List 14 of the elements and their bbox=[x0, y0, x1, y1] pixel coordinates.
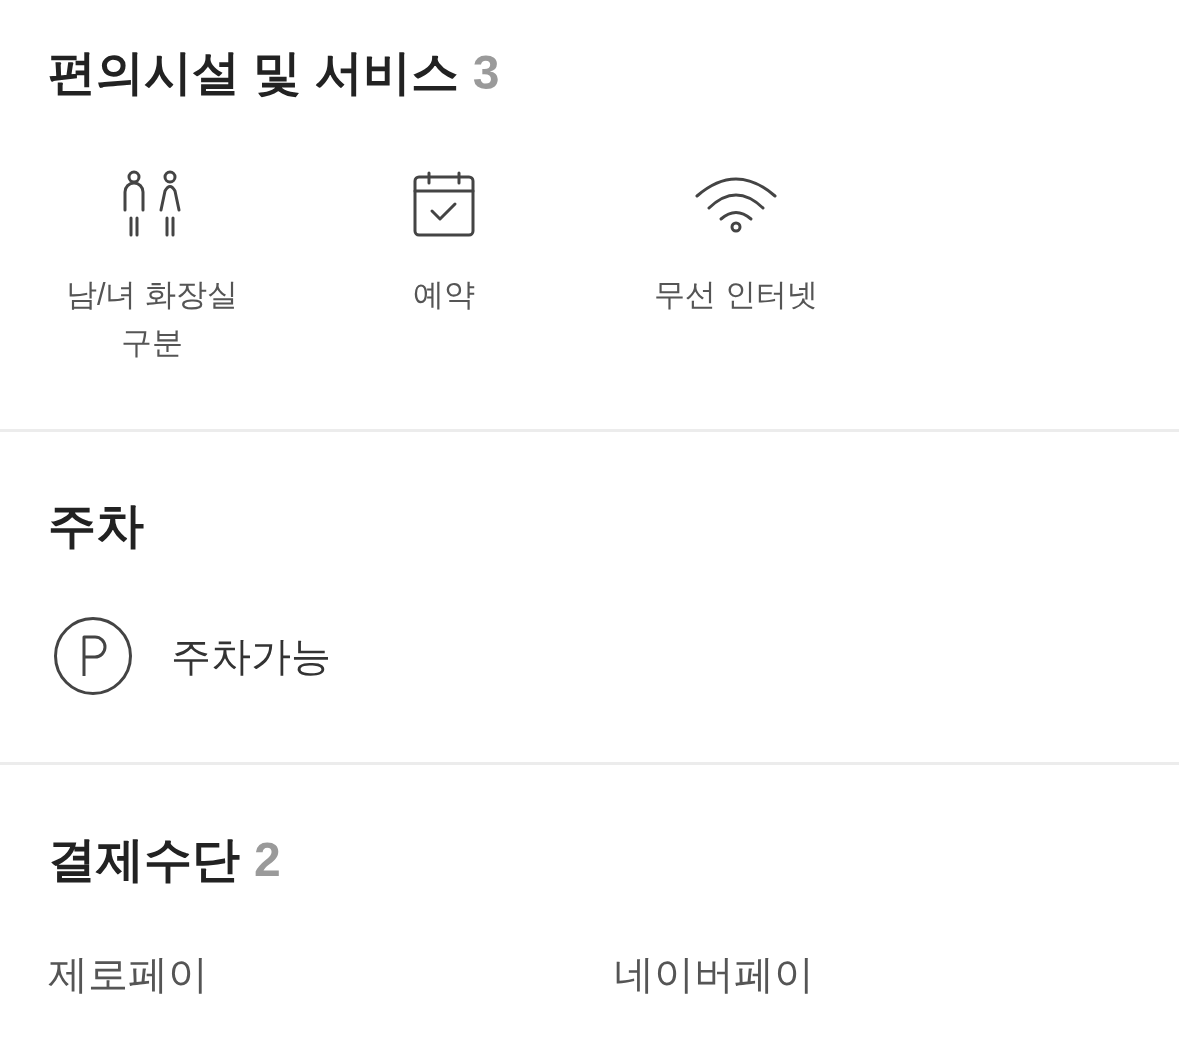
section-title: 결제수단 bbox=[48, 832, 240, 888]
section-title: 주차 bbox=[48, 498, 144, 554]
wifi-icon bbox=[694, 174, 778, 234]
item-count: 2 bbox=[254, 832, 281, 888]
amenity-label: 예약 bbox=[413, 276, 475, 314]
section-title: 편의시설 및 서비스 bbox=[48, 45, 459, 101]
calendar-check-icon bbox=[413, 171, 475, 237]
parking-label: 주차가능 bbox=[171, 633, 331, 680]
amenity-label: 남/녀 화장실 구분 bbox=[64, 276, 240, 362]
payment-method-label: 네이버페이 bbox=[614, 952, 814, 996]
item-count: 3 bbox=[472, 45, 500, 101]
payment-method-label: 제로페이 bbox=[48, 952, 208, 996]
amenity-label: 무선 인터넷 bbox=[654, 276, 818, 314]
parking-icon bbox=[53, 616, 133, 696]
